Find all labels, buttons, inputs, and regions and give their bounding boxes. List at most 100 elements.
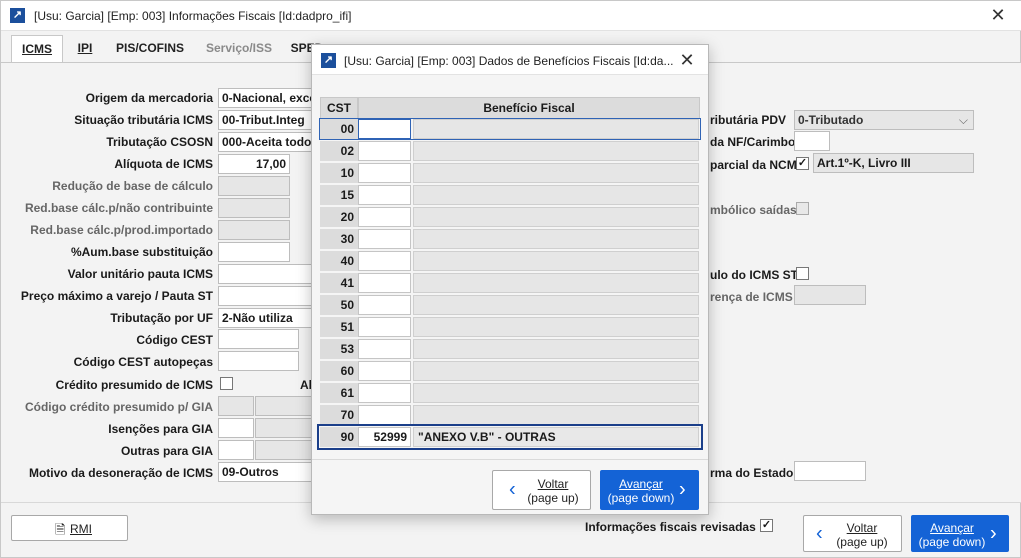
- row-code-input[interactable]: [358, 141, 411, 161]
- origem-select[interactable]: 0-Nacional, exce: [218, 88, 318, 108]
- row-code-input[interactable]: [358, 251, 411, 271]
- isencoes-input[interactable]: [218, 418, 254, 438]
- row-description: [413, 405, 699, 425]
- cest-autopecas-input[interactable]: [218, 351, 299, 371]
- close-icon[interactable]: ✕: [987, 4, 1009, 26]
- table-row[interactable]: 02: [320, 141, 700, 161]
- row-description: [413, 185, 699, 205]
- tab-ipi-label: IPI: [77, 41, 93, 55]
- tab-servico-iss[interactable]: Serviço/ISS: [197, 35, 281, 63]
- table-row[interactable]: 41: [320, 273, 700, 293]
- row-code-input[interactable]: [358, 295, 411, 315]
- codigo-credito-desc: [255, 396, 315, 416]
- dialog-voltar-button[interactable]: ‹ Voltar (page up): [492, 470, 591, 510]
- row-code-input[interactable]: [358, 361, 411, 381]
- label-valor-pauta: Valor unitário pauta ICMS: [67, 267, 213, 281]
- tab-servico-label: Serviço/ISS: [205, 41, 273, 55]
- row-cst: 02: [320, 141, 358, 161]
- cest-input[interactable]: [218, 329, 299, 349]
- table-row[interactable]: 15: [320, 185, 700, 205]
- parcial-ncm-checkbox[interactable]: ✓: [796, 157, 809, 170]
- label-credito-presumido: Crédito presumido de ICMS: [55, 378, 213, 392]
- close-icon[interactable]: ✕: [676, 49, 698, 71]
- row-description: [413, 119, 699, 139]
- row-cst: 00: [320, 119, 358, 139]
- row-code-input[interactable]: [358, 229, 411, 249]
- trib-pdv-select[interactable]: 0-Tributado ⌵: [794, 110, 974, 130]
- preco-maximo-input[interactable]: [218, 286, 318, 306]
- red-nao-contrib-input[interactable]: [218, 198, 290, 218]
- row-code-input[interactable]: [358, 207, 411, 227]
- aliquota-input[interactable]: 17,00: [218, 154, 290, 174]
- row-description: [413, 141, 699, 161]
- row-code-input[interactable]: [358, 163, 411, 183]
- table-row[interactable]: 40: [320, 251, 700, 271]
- isencoes-desc: [255, 418, 315, 438]
- table-row[interactable]: 20: [320, 207, 700, 227]
- credito-presumido-checkbox[interactable]: [220, 377, 233, 390]
- row-cst: 53: [320, 339, 358, 359]
- row-description: [413, 339, 699, 359]
- red-importado-input[interactable]: [218, 220, 290, 240]
- outras-input[interactable]: [218, 440, 254, 460]
- table-row[interactable]: 60: [320, 361, 700, 381]
- row-description: "ANEXO V.B" - OUTRAS: [413, 427, 699, 447]
- table-row[interactable]: 10: [320, 163, 700, 183]
- label-aum-base: %Aum.base substituição: [70, 245, 213, 259]
- outras-desc: [255, 440, 315, 460]
- nf-carimbo-input[interactable]: [794, 131, 830, 151]
- row-code-input[interactable]: [358, 317, 411, 337]
- revisadas-checkbox[interactable]: ✓: [760, 519, 773, 532]
- codigo-credito-input[interactable]: [218, 396, 254, 416]
- table-row[interactable]: 61: [320, 383, 700, 403]
- row-code-input[interactable]: [358, 405, 411, 425]
- row-code-input[interactable]: 52999: [358, 427, 411, 447]
- motivo-select[interactable]: 09-Outros: [218, 462, 318, 482]
- row-code-input[interactable]: [358, 273, 411, 293]
- label-cest: Código CEST: [136, 333, 213, 347]
- label-icms-st: ulo do ICMS ST: [710, 268, 798, 282]
- diferenca-input[interactable]: [794, 285, 866, 305]
- voltar-label: Voltar: [846, 521, 878, 535]
- row-code-input[interactable]: [358, 339, 411, 359]
- table-row[interactable]: 70: [320, 405, 700, 425]
- tab-icms-label: ICMS: [22, 42, 52, 56]
- label-isencoes: Isenções para GIA: [108, 422, 213, 436]
- avancar-button[interactable]: Avançar (page down) ›: [911, 515, 1009, 552]
- trib-uf-select[interactable]: 2-Não utiliza: [218, 308, 318, 328]
- valor-pauta-input[interactable]: [218, 264, 318, 284]
- row-code-input[interactable]: [358, 383, 411, 403]
- label-nf-carimbo: da NF/Carimbo: [710, 135, 796, 149]
- icms-st-checkbox[interactable]: [796, 267, 809, 280]
- label-codigo-credito: Código crédito presumido p/ GIA: [24, 400, 213, 414]
- simbolico-checkbox[interactable]: [796, 202, 809, 215]
- column-header-cst: CST: [320, 97, 358, 119]
- voltar-button[interactable]: ‹ Voltar (page up): [803, 515, 902, 552]
- reducao-input[interactable]: [218, 176, 290, 196]
- row-code-input[interactable]: [358, 119, 411, 139]
- rmi-button[interactable]: 🗎 RMI: [11, 515, 128, 541]
- norma-input[interactable]: [794, 461, 866, 481]
- table-row[interactable]: 00: [319, 118, 701, 140]
- label-trib-uf: Tributação por UF: [110, 311, 213, 325]
- tab-ipi[interactable]: IPI: [67, 35, 103, 63]
- csosn-select[interactable]: 000-Aceita todo: [218, 132, 318, 152]
- table-row[interactable]: 90 52999 "ANEXO V.B" - OUTRAS: [317, 424, 703, 450]
- row-code-input[interactable]: [358, 185, 411, 205]
- row-cst: 60: [320, 361, 358, 381]
- table-row[interactable]: 53: [320, 339, 700, 359]
- label-preco-maximo: Preço máximo a varejo / Pauta ST: [20, 289, 213, 303]
- situacao-select[interactable]: 00-Tribut.Integ: [218, 110, 318, 130]
- tab-pis-cofins[interactable]: PIS/COFINS: [109, 35, 191, 63]
- label-motivo: Motivo da desoneração de ICMS: [28, 466, 213, 480]
- table-row[interactable]: 50: [320, 295, 700, 315]
- table-row[interactable]: 30: [320, 229, 700, 249]
- dialog-avancar-label: Avançar: [619, 477, 663, 491]
- chevron-down-icon: ⌵: [958, 113, 968, 127]
- dialog-voltar-label: Voltar: [537, 477, 569, 491]
- aum-base-input[interactable]: [218, 242, 290, 262]
- dialog-avancar-button[interactable]: Avançar (page down) ›: [600, 470, 699, 510]
- row-cst: 51: [320, 317, 358, 337]
- tab-icms[interactable]: ICMS: [11, 35, 63, 63]
- table-row[interactable]: 51: [320, 317, 700, 337]
